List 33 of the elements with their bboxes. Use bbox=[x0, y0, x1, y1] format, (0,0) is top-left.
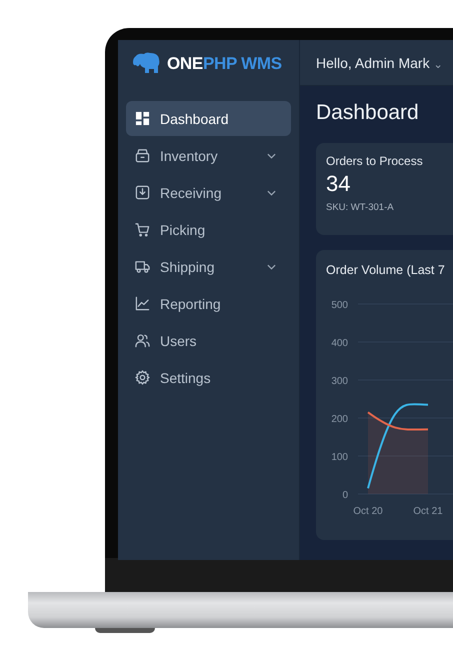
grid-icon bbox=[135, 111, 150, 126]
page-title: Dashboard bbox=[316, 101, 420, 126]
sidebar-item[interactable]: Reporting bbox=[126, 286, 291, 321]
axis-label: Oct 21 bbox=[413, 506, 443, 517]
stat-value: 34 bbox=[326, 171, 352, 197]
card-title: Orders to Process bbox=[326, 154, 424, 168]
chart-icon bbox=[135, 296, 150, 311]
axis-label: 300 bbox=[331, 376, 348, 387]
user-menu[interactable]: Hello, Admin Mark ⌄ bbox=[316, 54, 442, 70]
sidebar-item[interactable]: Settings bbox=[126, 360, 291, 395]
axis-label: 400 bbox=[331, 338, 348, 349]
tray-icon bbox=[135, 185, 150, 200]
laptop-foot bbox=[95, 628, 155, 633]
sidebar-item[interactable]: Picking bbox=[126, 212, 291, 247]
axis-label: 100 bbox=[331, 452, 348, 463]
elephant-icon bbox=[132, 52, 162, 76]
sidebar-item[interactable]: Inventory bbox=[126, 138, 291, 173]
card-note: SKU: WT-301-A bbox=[326, 202, 395, 213]
sidebar-item[interactable]: Shipping bbox=[126, 249, 291, 284]
sidebar-item[interactable]: Receiving bbox=[126, 175, 291, 210]
gear-icon bbox=[135, 370, 150, 385]
sidebar-item[interactable]: Users bbox=[126, 323, 291, 358]
axis-label: 200 bbox=[331, 414, 348, 425]
box-icon bbox=[135, 148, 150, 163]
logo-text: ONEPHP WMS bbox=[167, 54, 282, 74]
axis-label: Oct 20 bbox=[353, 506, 383, 517]
truck-icon bbox=[135, 259, 150, 274]
sidebar-item[interactable]: Dashboard bbox=[126, 101, 291, 136]
chart-title: Order Volume (Last 7 bbox=[325, 263, 446, 277]
users-icon bbox=[135, 333, 150, 348]
cart-icon bbox=[135, 222, 150, 237]
axis-label: 500 bbox=[331, 300, 348, 311]
axis-label: 0 bbox=[342, 490, 348, 501]
